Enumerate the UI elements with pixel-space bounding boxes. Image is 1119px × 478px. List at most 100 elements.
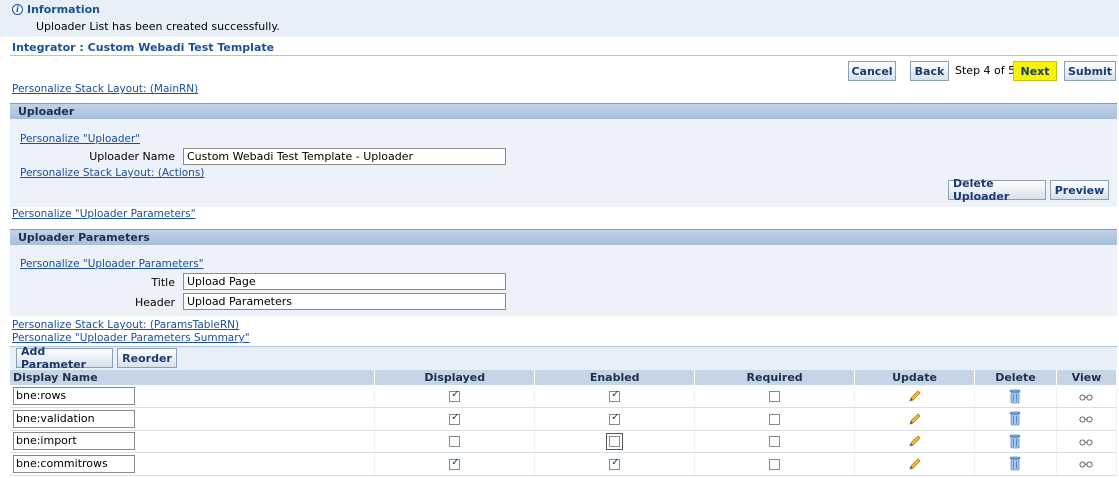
submit-button[interactable]: Submit bbox=[1064, 61, 1116, 81]
column-header-delete: Delete bbox=[974, 370, 1057, 385]
next-button[interactable]: Next bbox=[1013, 61, 1057, 81]
required-cell bbox=[694, 452, 856, 476]
info-message: Uploader List has been created successfu… bbox=[36, 20, 280, 33]
displayed-cell bbox=[374, 385, 536, 408]
displayed-checkbox[interactable] bbox=[449, 412, 461, 425]
header-label: Header bbox=[134, 296, 175, 309]
cancel-button[interactable]: Cancel bbox=[848, 61, 896, 81]
uploader-name-label: Uploader Name bbox=[89, 150, 175, 163]
displayed-checkbox[interactable] bbox=[449, 457, 461, 470]
view-cell[interactable] bbox=[1056, 452, 1118, 476]
display-name-cell: bne:rows bbox=[10, 385, 376, 408]
page-title: Integrator : Custom Webadi Test Template bbox=[12, 41, 275, 54]
uploader-section-header: Uploader bbox=[10, 103, 1117, 119]
table-row: bne:rows bbox=[10, 385, 1118, 408]
displayed-cell bbox=[374, 452, 536, 476]
enabled-cell bbox=[534, 407, 696, 431]
update-cell[interactable] bbox=[854, 385, 975, 408]
personalize-stack-mainrn-link[interactable]: Personalize Stack Layout: (MainRN) bbox=[12, 83, 198, 95]
personalize-parameters-summary-link[interactable]: Personalize "Uploader Parameters Summary… bbox=[12, 332, 250, 344]
required-cell bbox=[694, 430, 856, 453]
column-header-displayed[interactable]: Displayed bbox=[374, 370, 536, 385]
step-indicator: Step 4 of 5 bbox=[955, 64, 1016, 77]
required-cell bbox=[694, 407, 856, 431]
enabled-checkbox[interactable] bbox=[609, 389, 621, 402]
display-name-cell: bne:commitrows bbox=[10, 452, 376, 476]
enabled-checkbox[interactable] bbox=[609, 412, 621, 425]
table-row: bne:import bbox=[10, 430, 1118, 453]
display-name-input[interactable]: bne:rows bbox=[13, 387, 135, 405]
column-header-update: Update bbox=[854, 370, 975, 385]
column-header-view: View bbox=[1056, 370, 1118, 385]
uploader-parameters-header: Uploader Parameters bbox=[10, 229, 1117, 245]
personalize-uploader-parameters-link[interactable]: Personalize "Uploader Parameters" bbox=[12, 208, 196, 220]
personalize-stack-actions-link[interactable]: Personalize Stack Layout: (Actions) bbox=[20, 167, 204, 179]
title-label: Title bbox=[151, 276, 175, 289]
displayed-cell bbox=[374, 407, 536, 431]
required-checkbox[interactable] bbox=[769, 413, 781, 425]
pencil-icon bbox=[908, 458, 921, 470]
pencil-icon bbox=[908, 390, 921, 402]
pencil-icon bbox=[908, 435, 921, 447]
display-name-input[interactable]: bne:commitrows bbox=[13, 454, 135, 473]
view-cell[interactable] bbox=[1056, 430, 1118, 453]
header-input[interactable]: Upload Parameters bbox=[183, 293, 506, 310]
required-checkbox[interactable] bbox=[769, 458, 781, 470]
delete-uploader-button[interactable]: Delete Uploader bbox=[948, 177, 1046, 203]
back-button[interactable]: Back bbox=[910, 61, 949, 81]
delete-cell[interactable] bbox=[974, 452, 1057, 476]
preview-button[interactable]: Preview bbox=[1050, 180, 1109, 200]
information-message-box: i Information Uploader List has been cre… bbox=[0, 0, 1119, 37]
column-header-enabled[interactable]: Enabled bbox=[534, 370, 696, 385]
parameters-table: Display Name Displayed Enabled Required … bbox=[10, 370, 1118, 476]
column-header-required[interactable]: Required bbox=[694, 370, 856, 385]
display-name-cell: bne:validation bbox=[10, 407, 376, 431]
display-name-cell: bne:import bbox=[10, 430, 376, 453]
uploader-parameters-section: Uploader Parameters bbox=[10, 229, 1117, 316]
required-checkbox[interactable] bbox=[769, 436, 781, 448]
add-parameter-button[interactable]: Add Parameter bbox=[16, 345, 113, 371]
trash-icon bbox=[1010, 389, 1021, 403]
uploader-name-input[interactable]: Custom Webadi Test Template - Uploader bbox=[183, 148, 506, 165]
update-cell[interactable] bbox=[854, 452, 975, 476]
trash-icon bbox=[1010, 434, 1021, 449]
table-row: bne:validation bbox=[10, 407, 1118, 431]
display-name-input[interactable]: bne:import bbox=[13, 432, 135, 451]
displayed-checkbox[interactable] bbox=[449, 436, 461, 448]
personalize-uploader-link[interactable]: Personalize "Uploader" bbox=[20, 133, 140, 145]
enabled-checkbox[interactable] bbox=[609, 457, 621, 470]
delete-cell[interactable] bbox=[974, 407, 1057, 431]
info-heading: i Information bbox=[12, 3, 100, 16]
info-title-text: Information bbox=[27, 3, 100, 16]
view-icon bbox=[1079, 439, 1094, 446]
display-name-input[interactable]: bne:validation bbox=[13, 409, 135, 428]
table-row: bne:commitrows bbox=[10, 452, 1118, 476]
personalize-stack-paramstablern-link[interactable]: Personalize Stack Layout: (ParamsTableRN… bbox=[12, 319, 239, 331]
delete-cell[interactable] bbox=[974, 385, 1057, 408]
title-divider bbox=[10, 55, 1117, 56]
info-icon: i bbox=[12, 4, 23, 15]
trash-icon bbox=[1010, 411, 1021, 426]
reorder-button[interactable]: Reorder bbox=[117, 348, 177, 368]
required-cell bbox=[694, 385, 856, 408]
displayed-cell bbox=[374, 430, 536, 453]
update-cell[interactable] bbox=[854, 430, 975, 453]
column-header-display-name[interactable]: Display Name bbox=[10, 370, 376, 385]
view-cell[interactable] bbox=[1056, 407, 1118, 431]
view-cell[interactable] bbox=[1056, 385, 1118, 408]
displayed-checkbox[interactable] bbox=[449, 389, 461, 402]
pencil-icon bbox=[908, 413, 921, 425]
personalize-uploader-parameters-inner-link[interactable]: Personalize "Uploader Parameters" bbox=[20, 258, 204, 270]
trash-icon bbox=[1010, 456, 1021, 471]
view-icon bbox=[1079, 393, 1094, 401]
enabled-checkbox[interactable] bbox=[606, 433, 624, 451]
table-header-row: Display Name Displayed Enabled Required … bbox=[10, 370, 1118, 385]
update-cell[interactable] bbox=[854, 407, 975, 431]
delete-cell[interactable] bbox=[974, 430, 1057, 453]
view-icon bbox=[1079, 416, 1094, 423]
required-checkbox[interactable] bbox=[769, 391, 781, 402]
view-icon bbox=[1079, 461, 1094, 468]
enabled-cell bbox=[534, 452, 696, 476]
title-input[interactable]: Upload Page bbox=[183, 273, 506, 290]
enabled-cell bbox=[534, 385, 696, 408]
